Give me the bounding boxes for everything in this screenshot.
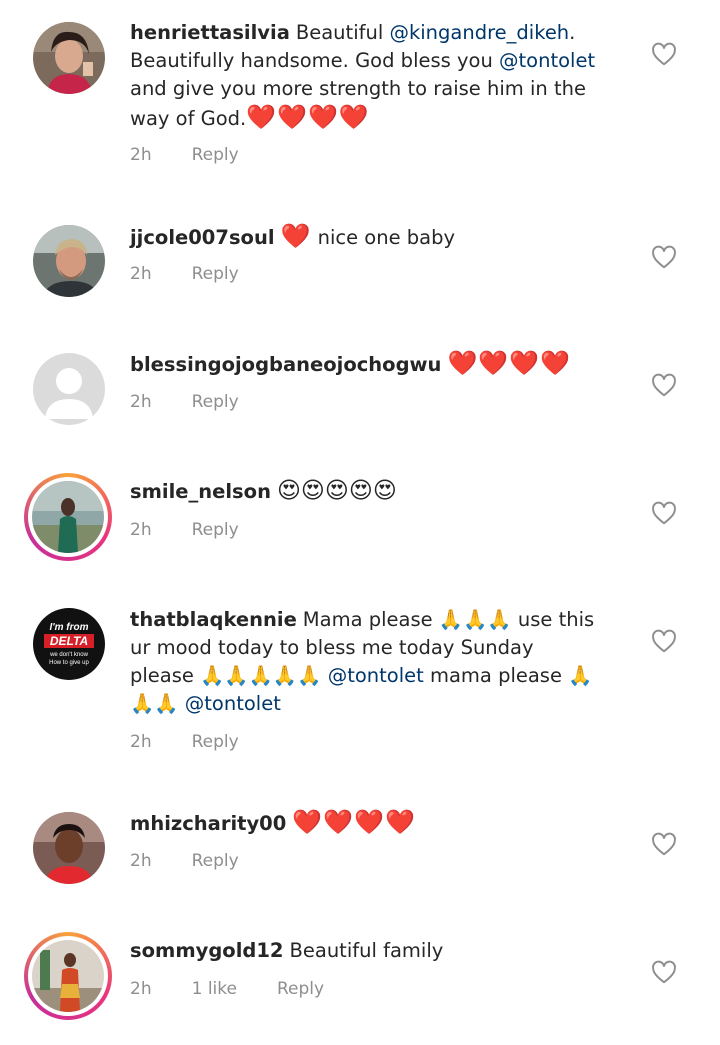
comment-text: sommygold12 Beautiful family bbox=[130, 939, 444, 962]
avatar[interactable] bbox=[33, 812, 105, 884]
mention-link[interactable]: @tontolet bbox=[328, 664, 424, 687]
heart-emoji: ❤️❤️❤️❤️ bbox=[292, 808, 416, 836]
comment-text: smile_nelson 😍😍😍😍😍 bbox=[130, 477, 630, 506]
svg-text:we don't know: we don't know bbox=[49, 652, 89, 658]
comment-text: mhizcharity00 ❤️❤️❤️❤️ bbox=[130, 808, 630, 838]
heart-outline-icon[interactable] bbox=[651, 245, 677, 269]
comment-meta: 2h Reply bbox=[130, 264, 279, 284]
reply-button[interactable]: Reply bbox=[192, 520, 239, 540]
comment-text: jjcole007soul ❤️ nice one baby bbox=[130, 222, 456, 250]
avatar[interactable] bbox=[33, 22, 105, 94]
comment-text: thatblaqkennie Mama please 🙏🙏🙏 use this u… bbox=[130, 608, 595, 715]
timestamp: 2h bbox=[130, 392, 152, 412]
mention-link[interactable]: @tontolet bbox=[185, 692, 281, 715]
comment-meta: 2h Reply bbox=[130, 520, 279, 540]
reply-button[interactable]: Reply bbox=[277, 979, 324, 999]
timestamp: 2h bbox=[130, 851, 152, 871]
timestamp: 2h bbox=[130, 145, 152, 165]
comment-meta: 2h Reply bbox=[130, 732, 279, 752]
comment-username[interactable]: thatblaqkennie bbox=[130, 608, 297, 631]
avatar bbox=[28, 936, 108, 1016]
comment-meta: 2h Reply bbox=[130, 392, 279, 412]
avatar[interactable]: I'm from DELTA we don't know How to give… bbox=[33, 608, 105, 680]
reply-button[interactable]: Reply bbox=[192, 264, 239, 284]
comment-username[interactable]: blessingojogbaneojochogwu bbox=[130, 353, 441, 376]
comment-meta: 2h Reply bbox=[130, 145, 279, 165]
svg-text:I'm from: I'm from bbox=[49, 622, 88, 633]
reply-button[interactable]: Reply bbox=[192, 392, 239, 412]
heart-eyes-emoji: 😍😍😍😍😍 bbox=[276, 478, 397, 504]
avatar bbox=[28, 477, 108, 557]
avatar[interactable] bbox=[33, 225, 105, 297]
comment-meta: 2h Reply bbox=[130, 851, 279, 871]
avatar[interactable] bbox=[33, 353, 105, 425]
heart-outline-icon[interactable] bbox=[651, 501, 677, 525]
like-count[interactable]: 1 like bbox=[192, 979, 237, 999]
mention-link[interactable]: @kingandre_dikeh bbox=[389, 21, 569, 44]
reply-button[interactable]: Reply bbox=[192, 851, 239, 871]
comment-username[interactable]: sommygold12 bbox=[130, 939, 284, 962]
comment-meta: 2h 1 like Reply bbox=[130, 979, 364, 999]
reply-button[interactable]: Reply bbox=[192, 732, 239, 752]
comment-text: henriettasilvia Beautiful @kingandre_dike… bbox=[130, 21, 596, 131]
heart-outline-icon[interactable] bbox=[651, 42, 677, 66]
timestamp: 2h bbox=[130, 979, 152, 999]
comment-username[interactable]: mhizcharity00 bbox=[130, 812, 286, 835]
avatar-story-ring[interactable] bbox=[24, 932, 112, 1020]
heart-outline-icon[interactable] bbox=[651, 629, 677, 653]
heart-emoji: ❤️❤️❤️❤️ bbox=[246, 103, 370, 131]
avatar-story-ring[interactable] bbox=[24, 473, 112, 561]
heart-emoji: ❤️❤️❤️❤️ bbox=[447, 349, 571, 377]
comment-username[interactable]: henriettasilvia bbox=[130, 21, 290, 44]
comment-username[interactable]: jjcole007soul bbox=[130, 226, 275, 249]
mention-link[interactable]: @tontolet bbox=[499, 49, 595, 72]
timestamp: 2h bbox=[130, 520, 152, 540]
svg-text:DELTA: DELTA bbox=[50, 634, 88, 648]
reply-button[interactable]: Reply bbox=[192, 145, 239, 165]
heart-outline-icon[interactable] bbox=[651, 373, 677, 397]
heart-outline-icon[interactable] bbox=[651, 832, 677, 856]
comment-username[interactable]: smile_nelson bbox=[130, 480, 271, 503]
heart-outline-icon[interactable] bbox=[651, 960, 677, 984]
timestamp: 2h bbox=[130, 732, 152, 752]
timestamp: 2h bbox=[130, 264, 152, 284]
svg-text:How to give up: How to give up bbox=[49, 660, 89, 666]
comment-text: blessingojogbaneojochogwu ❤️❤️❤️❤️ bbox=[130, 349, 630, 379]
heart-emoji: ❤️ bbox=[280, 222, 312, 250]
